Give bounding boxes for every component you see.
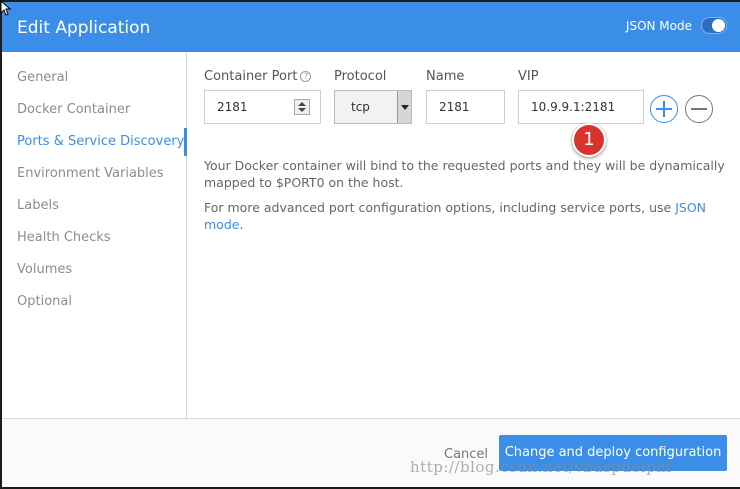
port-stepper[interactable] — [294, 99, 310, 115]
remove-port-button[interactable] — [685, 95, 713, 123]
container-port-value: 2181 — [217, 100, 248, 114]
stepper-down-icon — [298, 108, 306, 112]
minus-icon — [691, 108, 707, 110]
advanced-info: For more advanced port configuration opt… — [204, 199, 740, 233]
container-port-label-text: Container Port — [204, 69, 298, 84]
sidebar-item-volumes[interactable]: Volumes — [17, 262, 72, 277]
annotation-badge: 1 — [572, 123, 606, 157]
toggle-knob — [712, 19, 725, 32]
name-value: 2181 — [439, 100, 470, 114]
sidebar-item-environment-variables[interactable]: Environment Variables — [17, 166, 164, 181]
ports-panel: Container Port? Protocol Name VIP 2181 t… — [188, 52, 740, 418]
sidebar-item-labels[interactable]: Labels — [17, 198, 59, 213]
sidebar-item-ports-service-discovery[interactable]: Ports & Service Discovery — [17, 134, 184, 149]
stepper-up-icon — [298, 102, 306, 106]
watermark: http://blog.csdn.net/vbaspdelphi — [410, 458, 672, 476]
vip-input[interactable]: 10.9.9.1:2181 — [518, 90, 644, 124]
sidebar-item-health-checks[interactable]: Health Checks — [17, 230, 111, 245]
info-line-1: Your Docker container will bind to the r… — [204, 158, 725, 173]
name-label: Name — [426, 69, 465, 84]
sidebar-item-optional[interactable]: Optional — [17, 294, 72, 309]
protocol-dropdown-button[interactable] — [397, 91, 411, 123]
active-indicator — [184, 128, 187, 156]
container-port-input[interactable]: 2181 — [204, 90, 321, 124]
chevron-down-icon — [401, 105, 409, 110]
help-icon[interactable]: ? — [300, 71, 312, 82]
json-mode-toggle[interactable] — [701, 17, 727, 34]
name-input[interactable]: 2181 — [426, 90, 505, 124]
sidebar-item-general[interactable]: General — [17, 70, 68, 85]
modal-footer: Cancel Change and deploy configuration — [2, 418, 740, 487]
advanced-suffix: . — [239, 217, 244, 232]
vip-label: VIP — [518, 69, 539, 84]
json-mode-label: JSON Mode — [625, 19, 692, 33]
mouse-pointer-icon — [0, 0, 12, 16]
protocol-value: tcp — [351, 100, 370, 114]
advanced-text: For more advanced port configuration opt… — [204, 200, 676, 215]
plus-icon — [663, 101, 665, 117]
vip-value: 10.9.9.1:2181 — [531, 100, 616, 114]
sidebar-nav: General Docker Container Ports & Service… — [2, 52, 187, 418]
modal-header: Edit Application JSON Mode — [2, 2, 740, 52]
sidebar-item-docker-container[interactable]: Docker Container — [17, 102, 130, 117]
protocol-select[interactable]: tcp — [334, 90, 412, 124]
protocol-label: Protocol — [334, 69, 387, 84]
port-binding-info: Your Docker container will bind to the r… — [204, 157, 725, 191]
container-port-label: Container Port? — [204, 69, 312, 84]
modal-title: Edit Application — [17, 18, 151, 38]
info-line-2: mapped to $PORT0 on the host. — [204, 175, 404, 190]
add-port-button[interactable] — [650, 95, 678, 123]
edit-application-modal: Edit Application JSON Mode General Docke… — [2, 2, 740, 487]
